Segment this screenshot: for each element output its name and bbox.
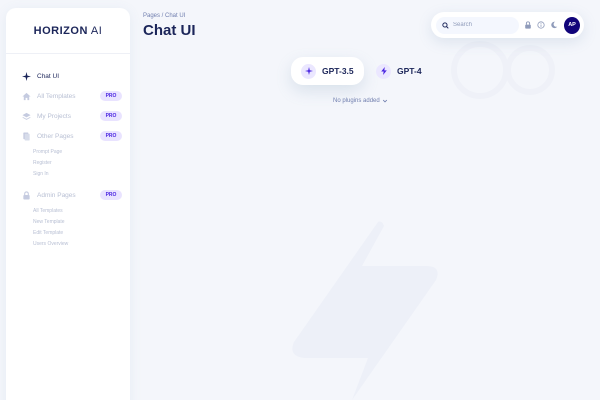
lock-icon[interactable] [524,21,532,29]
page-title: Chat UI [143,22,196,39]
plugins-label: No plugins added [333,98,380,104]
submenu-item-all-templates[interactable]: All Templates [33,205,130,216]
pro-badge: PRO [100,131,122,141]
pro-badge: PRO [100,111,122,121]
model-button-gpt-3-5[interactable]: GPT-3.5 [291,57,364,85]
bolt-watermark-icon [292,221,438,400]
home-icon [22,92,31,101]
top-bar: AP [431,12,584,38]
other-pages-submenu: Prompt Page Register Sign In [6,146,130,179]
submenu-item-new-template[interactable]: New Template [33,216,130,227]
background-decoration [451,41,555,99]
moon-icon[interactable] [550,21,558,29]
sparkle-icon [301,63,316,79]
info-icon[interactable] [537,21,545,29]
search-input[interactable] [453,22,517,28]
submenu-item-edit-template[interactable]: Edit Template [33,227,130,238]
submenu-item-users-overview[interactable]: Users Overview [33,238,130,249]
sidebar-item-chat-ui[interactable]: Chat UI [6,66,130,86]
sidebar-item-label: Chat UI [37,72,60,80]
sidebar-item-label: My Projects [37,112,71,120]
chevron-down-icon [382,99,387,103]
admin-pages-submenu: All Templates New Template Edit Template… [6,205,130,249]
sidebar-nav: Chat UI All Templates PRO My Projects PR… [6,54,130,249]
plugins-dropdown[interactable]: No plugins added [333,98,388,104]
lock-icon [22,190,31,200]
sidebar-item-all-templates[interactable]: All Templates PRO [6,86,130,106]
pro-badge: PRO [100,190,122,200]
avatar[interactable]: AP [564,16,580,34]
submenu-item-prompt-page[interactable]: Prompt Page [33,146,130,157]
pro-badge: PRO [100,91,122,101]
document-icon [22,131,31,141]
sidebar-item-admin-pages[interactable]: Admin Pages PRO [6,185,130,205]
sidebar-item-label: Other Pages [37,132,74,140]
sparkle-icon [22,71,31,81]
sidebar-item-other-pages[interactable]: Other Pages PRO [6,126,130,146]
sidebar: HORIZON AI Chat UI All Templates PRO My P… [6,8,130,400]
search-icon [442,21,449,29]
layers-icon [22,112,31,121]
submenu-item-sign-in[interactable]: Sign In [33,168,130,179]
search-box[interactable] [436,16,520,34]
model-label: GPT-3.5 [322,66,354,76]
sidebar-item-label: All Templates [37,92,76,100]
bolt-icon [376,63,391,79]
sidebar-item-label: Admin Pages [37,191,76,199]
submenu-item-register[interactable]: Register [33,157,130,168]
brand-logo[interactable]: HORIZON AI [6,8,130,54]
breadcrumb[interactable]: Pages / Chat UI [143,13,185,19]
sidebar-item-my-projects[interactable]: My Projects PRO [6,106,130,126]
model-label: GPT-4 [397,66,422,76]
model-button-gpt-4[interactable]: GPT-4 [366,57,432,85]
